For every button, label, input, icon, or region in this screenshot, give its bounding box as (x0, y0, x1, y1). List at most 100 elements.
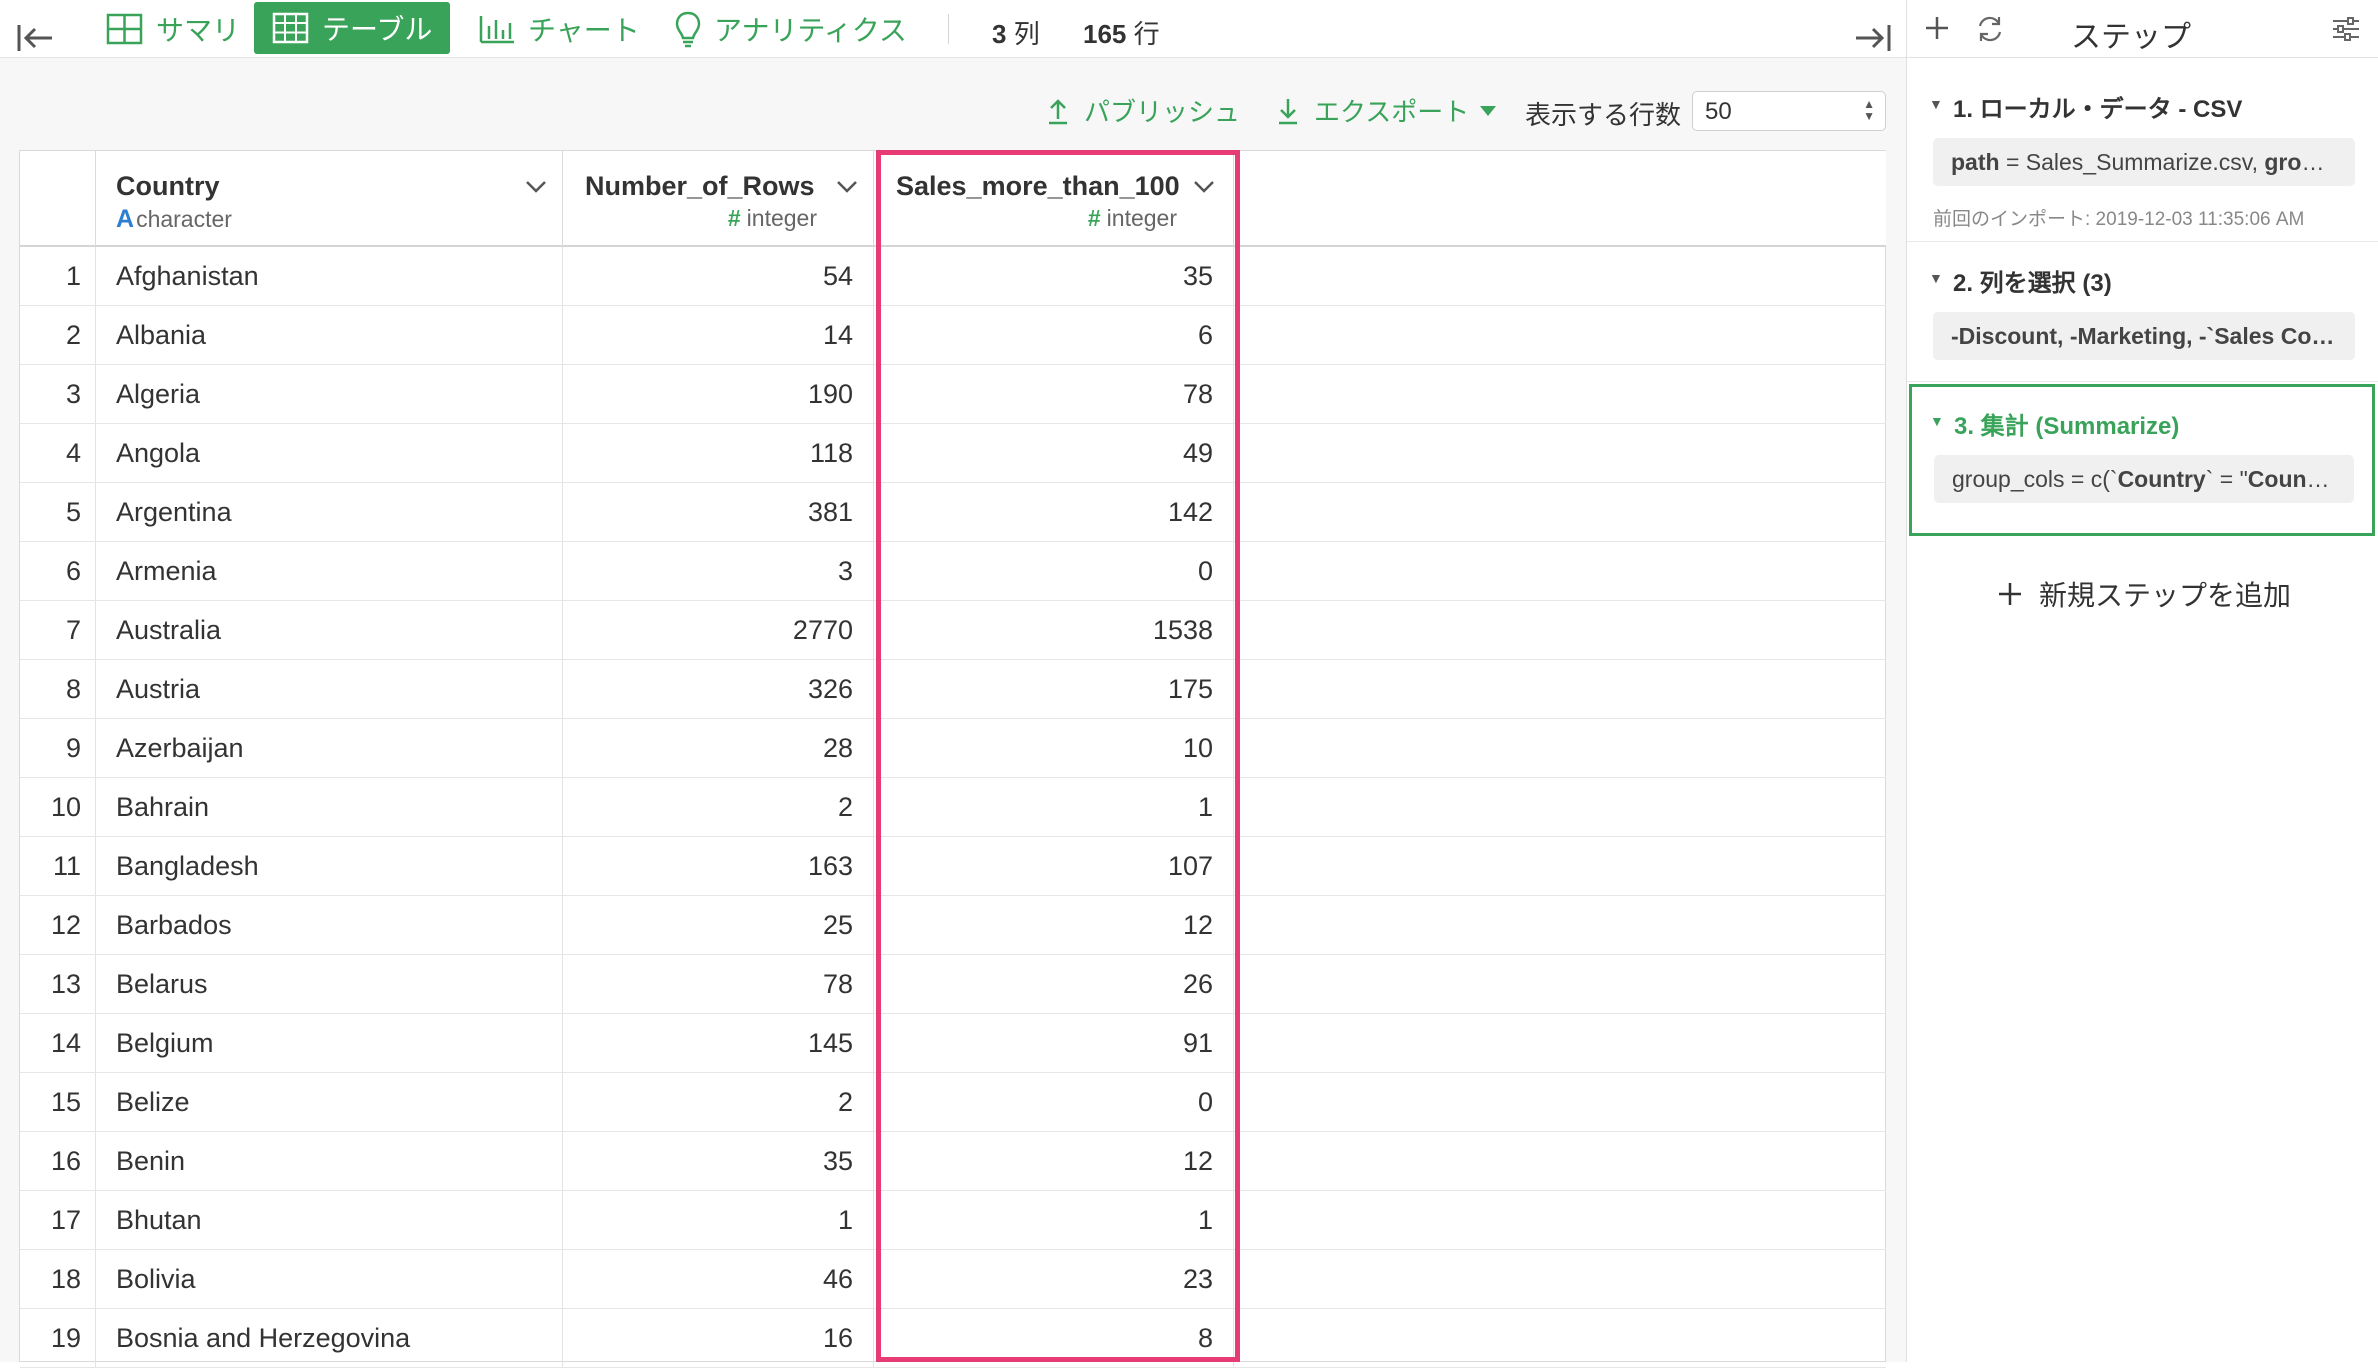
row-index-cell[interactable]: 8 (20, 660, 96, 718)
column-header-country[interactable]: Country Acharacter (96, 151, 563, 247)
chevron-down-icon[interactable] (1192, 179, 1216, 195)
country-cell[interactable]: Australia (96, 601, 563, 659)
sales-more-than-100-cell[interactable]: 142 (874, 483, 1234, 541)
row-index-cell[interactable]: 9 (20, 719, 96, 777)
row-index-cell[interactable]: 12 (20, 896, 96, 954)
plus-icon[interactable] (1923, 14, 1951, 42)
country-cell[interactable]: Belgium (96, 1014, 563, 1072)
number-of-rows-cell[interactable]: 46 (563, 1250, 874, 1308)
country-cell[interactable]: Belarus (96, 955, 563, 1013)
country-cell[interactable]: Angola (96, 424, 563, 482)
country-cell[interactable]: Azerbaijan (96, 719, 563, 777)
step-3[interactable]: ▼ 3. 集計 (Summarize) group_cols = c(`Coun… (1909, 384, 2375, 536)
sales-more-than-100-cell[interactable]: 10 (874, 719, 1234, 777)
number-of-rows-cell[interactable]: 3 (563, 542, 874, 600)
row-index-cell[interactable]: 13 (20, 955, 96, 1013)
country-cell[interactable]: Bhutan (96, 1191, 563, 1249)
row-index-cell[interactable]: 15 (20, 1073, 96, 1131)
number-of-rows-cell[interactable]: 54 (563, 247, 874, 305)
row-index-cell[interactable]: 5 (20, 483, 96, 541)
row-index-cell[interactable]: 10 (20, 778, 96, 836)
country-cell[interactable]: Afghanistan (96, 247, 563, 305)
number-of-rows-cell[interactable]: 35 (563, 1132, 874, 1190)
number-of-rows-cell[interactable]: 381 (563, 483, 874, 541)
step-1[interactable]: ▼ 1. ローカル・データ - CSV path = Sales_Summari… (1907, 58, 2378, 242)
publish-button[interactable]: パブリッシュ (1046, 92, 1240, 129)
sales-more-than-100-cell[interactable]: 78 (874, 365, 1234, 423)
sales-more-than-100-cell[interactable]: 6 (874, 306, 1234, 364)
sales-more-than-100-cell[interactable]: 0 (874, 1073, 1234, 1131)
collapse-right-button[interactable] (1852, 12, 1892, 64)
column-header-sales-more-than-100[interactable]: Sales_more_than_100 # integer (874, 151, 1234, 247)
number-of-rows-cell[interactable]: 145 (563, 1014, 874, 1072)
row-index-cell[interactable]: 4 (20, 424, 96, 482)
number-of-rows-cell[interactable]: 25 (563, 896, 874, 954)
sales-more-than-100-cell[interactable]: 91 (874, 1014, 1234, 1072)
sales-more-than-100-cell[interactable]: 8 (874, 1309, 1234, 1367)
country-cell[interactable]: Albania (96, 306, 563, 364)
sales-more-than-100-cell[interactable]: 1538 (874, 601, 1234, 659)
row-index-cell[interactable]: 16 (20, 1132, 96, 1190)
sales-more-than-100-cell[interactable]: 107 (874, 837, 1234, 895)
row-index-cell[interactable]: 18 (20, 1250, 96, 1308)
number-of-rows-cell[interactable]: 2770 (563, 601, 874, 659)
row-index-cell[interactable]: 17 (20, 1191, 96, 1249)
tab-table[interactable]: テーブル (254, 2, 451, 54)
country-cell[interactable]: Barbados (96, 896, 563, 954)
sales-more-than-100-cell[interactable]: 26 (874, 955, 1234, 1013)
number-of-rows-cell[interactable]: 190 (563, 365, 874, 423)
tab-analytics[interactable]: アナリティクス (664, 3, 917, 55)
number-of-rows-cell[interactable]: 16 (563, 1309, 874, 1367)
tab-chart[interactable]: チャート (468, 3, 650, 55)
tab-summary[interactable]: サマリ (96, 3, 250, 55)
row-index-cell[interactable]: 3 (20, 365, 96, 423)
sales-more-than-100-cell[interactable]: 12 (874, 896, 1234, 954)
country-cell[interactable]: Benin (96, 1132, 563, 1190)
row-index-cell[interactable]: 7 (20, 601, 96, 659)
add-step-button[interactable]: 新規ステップを追加 (1997, 574, 2291, 614)
sales-more-than-100-cell[interactable]: 1 (874, 778, 1234, 836)
refresh-icon[interactable] (1975, 14, 2005, 44)
sales-more-than-100-cell[interactable]: 0 (874, 542, 1234, 600)
number-of-rows-cell[interactable]: 326 (563, 660, 874, 718)
number-of-rows-cell[interactable]: 118 (563, 424, 874, 482)
sales-more-than-100-cell[interactable]: 35 (874, 247, 1234, 305)
number-of-rows-cell[interactable]: 78 (563, 955, 874, 1013)
row-index-cell[interactable]: 6 (20, 542, 96, 600)
sales-more-than-100-cell[interactable]: 23 (874, 1250, 1234, 1308)
row-index-cell[interactable]: 2 (20, 306, 96, 364)
export-button[interactable]: エクスポート (1276, 92, 1497, 129)
settings-sliders-icon[interactable] (2331, 16, 2361, 42)
step-detail[interactable]: path = Sales_Summarize.csv, grou… (1933, 138, 2355, 186)
step-detail[interactable]: -Discount, -Marketing, -`Sales Co… (1933, 312, 2355, 360)
country-cell[interactable]: Bolivia (96, 1250, 563, 1308)
number-of-rows-cell[interactable]: 14 (563, 306, 874, 364)
country-cell[interactable]: Austria (96, 660, 563, 718)
sales-more-than-100-cell[interactable]: 175 (874, 660, 1234, 718)
number-of-rows-cell[interactable]: 2 (563, 778, 874, 836)
country-cell[interactable]: Bosnia and Herzegovina (96, 1309, 563, 1367)
sales-more-than-100-cell[interactable]: 49 (874, 424, 1234, 482)
country-cell[interactable]: Belize (96, 1073, 563, 1131)
country-cell[interactable]: Bahrain (96, 778, 563, 836)
country-cell[interactable]: Bangladesh (96, 837, 563, 895)
chevron-down-icon[interactable] (524, 179, 548, 195)
country-cell[interactable]: Algeria (96, 365, 563, 423)
number-of-rows-cell[interactable]: 1 (563, 1191, 874, 1249)
row-index-cell[interactable]: 19 (20, 1309, 96, 1367)
sales-more-than-100-cell[interactable]: 1 (874, 1191, 1234, 1249)
column-header-number-of-rows[interactable]: Number_of_Rows # integer (563, 151, 874, 247)
number-of-rows-cell[interactable]: 2 (563, 1073, 874, 1131)
step-detail[interactable]: group_cols = c(`Country` = "Countr… (1934, 455, 2354, 503)
country-cell[interactable]: Armenia (96, 542, 563, 600)
chevron-down-icon[interactable] (835, 179, 859, 195)
step-2[interactable]: ▼ 2. 列を選択 (3) -Discount, -Marketing, -`S… (1907, 242, 2378, 382)
rows-per-page-select[interactable]: 50 ▲ ▼ (1692, 91, 1886, 131)
country-cell[interactable]: Argentina (96, 483, 563, 541)
number-of-rows-cell[interactable]: 163 (563, 837, 874, 895)
row-index-cell[interactable]: 1 (20, 247, 96, 305)
row-index-cell[interactable]: 11 (20, 837, 96, 895)
row-index-cell[interactable]: 14 (20, 1014, 96, 1072)
number-of-rows-cell[interactable]: 28 (563, 719, 874, 777)
sales-more-than-100-cell[interactable]: 12 (874, 1132, 1234, 1190)
